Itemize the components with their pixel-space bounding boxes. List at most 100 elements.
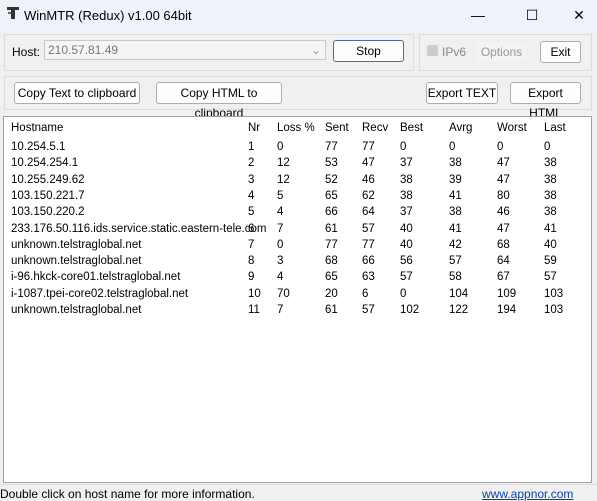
export-text-button[interactable]: Export TEXT [426, 82, 498, 104]
hostname-cell[interactable]: 10.254.5.1 [11, 141, 65, 153]
hostname-cell[interactable]: 233.176.50.116.ids.service.static.easter… [11, 223, 266, 235]
table-cell: 20 [325, 287, 338, 300]
column-header-sent: Sent [325, 122, 349, 134]
table-cell: 7 [248, 238, 255, 251]
table-cell: 63 [362, 271, 375, 284]
table-cell: 41 [544, 222, 557, 235]
table-cell: 12 [277, 173, 290, 186]
table-cell: 66 [362, 255, 375, 268]
host-combobox[interactable]: 210.57.81.49 ⌄ [44, 40, 326, 60]
table-cell: 122 [449, 304, 469, 316]
table-cell: 56 [400, 255, 413, 268]
table-cell: 38 [544, 206, 557, 219]
table-cell: 38 [544, 173, 557, 186]
column-header-best: Best [400, 122, 424, 134]
table-cell: 68 [325, 255, 338, 268]
column-header-avrg: Avrg [449, 122, 473, 134]
table-cell: 109 [497, 287, 517, 300]
table-cell: 62 [362, 189, 375, 202]
hostname-cell[interactable]: 10.254.254.1 [11, 157, 78, 169]
table-cell: 5 [277, 189, 284, 202]
table-cell: 39 [449, 173, 462, 186]
copy-html-button[interactable]: Copy HTML to clipboard [156, 82, 282, 120]
close-button[interactable]: ✕ [564, 5, 594, 25]
table-cell: 41 [449, 222, 462, 235]
table-cell: 3 [277, 255, 284, 268]
table-cell: 47 [497, 157, 510, 170]
table-cell: 38 [544, 157, 557, 170]
hostname-cell[interactable]: 103.150.221.7 [11, 190, 85, 202]
table-cell: 58 [449, 271, 462, 284]
table-cell: 64 [362, 206, 375, 219]
stop-button[interactable]: Stop [333, 40, 404, 62]
hostname-cell[interactable]: i-1087.tpei-core02.telstraglobal.net [11, 288, 188, 300]
results-table[interactable]: Hostname Nr Loss % Sent Recv Best Avrg Worst Las… [3, 116, 592, 483]
table-cell: 67 [497, 271, 510, 284]
hostname-cell[interactable]: 103.150.220.2 [11, 206, 85, 218]
table-cell: 46 [362, 173, 375, 186]
table-cell: 61 [325, 222, 338, 235]
maximize-button[interactable]: ☐ [517, 5, 547, 25]
table-cell: 64 [497, 255, 510, 268]
table-cell: 66 [325, 206, 338, 219]
table-cell: 6 [248, 222, 255, 235]
column-header-recv: Recv [362, 122, 389, 134]
app-icon [7, 7, 19, 19]
table-cell: 0 [449, 141, 456, 153]
copy-text-button[interactable]: Copy Text to clipboard [14, 82, 140, 104]
host-label: Host: [12, 45, 41, 59]
table-cell: 37 [400, 157, 413, 170]
table-cell: 57 [362, 304, 375, 316]
column-header-nr: Nr [248, 122, 261, 134]
hostname-cell[interactable]: 10.255.249.62 [11, 174, 85, 186]
table-cell: 4 [277, 206, 284, 219]
table-cell: 40 [544, 238, 557, 251]
table-cell: 70 [277, 287, 290, 300]
table-cell: 38 [544, 189, 557, 202]
status-message: Double click on host name for more infor… [0, 487, 255, 501]
window-title: WinMTR (Redux) v1.00 64bit [24, 8, 192, 23]
table-cell: 40 [400, 222, 413, 235]
column-header-loss: Loss % [277, 122, 315, 134]
table-cell: 77 [325, 141, 338, 153]
hostname-cell[interactable]: unknown.telstraglobal.net [11, 255, 141, 267]
table-cell: 4 [277, 271, 284, 284]
column-header-last: Last [544, 122, 566, 134]
table-cell: 42 [449, 238, 462, 251]
table-cell: 47 [497, 222, 510, 235]
table-cell: 103 [544, 304, 564, 316]
minimize-button[interactable]: — [463, 5, 493, 25]
table-cell: 103 [544, 287, 564, 300]
table-cell: 10 [248, 287, 261, 300]
table-cell: 65 [325, 271, 338, 284]
table-cell: 53 [325, 157, 338, 170]
hostname-cell[interactable]: i-96.hkck-core01.telstraglobal.net [11, 271, 180, 283]
status-bar: Double click on host name for more infor… [0, 484, 597, 501]
table-cell: 194 [497, 304, 517, 316]
ipv6-checkbox[interactable] [427, 45, 438, 56]
table-cell: 46 [497, 206, 510, 219]
table-cell: 38 [449, 206, 462, 219]
exit-button[interactable]: Exit [540, 41, 581, 63]
options-button[interactable]: Options [475, 41, 528, 63]
hostname-cell[interactable]: unknown.telstraglobal.net [11, 239, 141, 251]
table-cell: 1 [248, 141, 255, 153]
table-cell: 41 [449, 189, 462, 202]
chevron-down-icon[interactable]: ⌄ [311, 41, 321, 59]
table-cell: 57 [400, 271, 413, 284]
table-cell: 6 [362, 287, 369, 300]
table-cell: 40 [400, 238, 413, 251]
table-cell: 65 [325, 189, 338, 202]
table-cell: 47 [497, 173, 510, 186]
table-cell: 0 [400, 141, 407, 153]
hostname-cell[interactable]: unknown.telstraglobal.net [11, 304, 141, 316]
table-cell: 102 [400, 304, 420, 316]
website-link[interactable]: www.appnor.com [482, 487, 573, 501]
table-cell: 80 [497, 189, 510, 202]
table-cell: 47 [362, 157, 375, 170]
table-cell: 0 [277, 141, 284, 153]
export-html-button[interactable]: Export HTML [510, 82, 581, 120]
table-cell: 7 [277, 222, 284, 235]
table-cell: 3 [248, 173, 255, 186]
table-cell: 59 [544, 255, 557, 268]
